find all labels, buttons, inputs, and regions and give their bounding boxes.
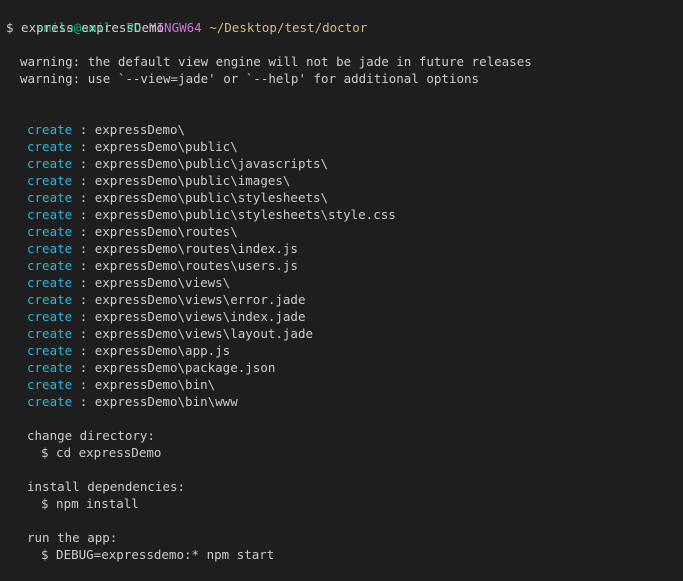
created-path: expressDemo\public\stylesheets\style.css (94, 207, 396, 222)
created-path: expressDemo\views\ (94, 275, 231, 290)
create-keyword: create (27, 190, 73, 205)
step-heading: change directory: (27, 428, 155, 443)
create-keyword: create (27, 343, 73, 358)
separator: : (79, 122, 88, 137)
create-line: create : expressDemo\views\error.jade (6, 291, 683, 308)
created-path: expressDemo\package.json (94, 360, 276, 375)
create-line: create : expressDemo\public\ (6, 138, 683, 155)
created-path: expressDemo\public\javascripts\ (94, 156, 329, 171)
separator: : (79, 190, 88, 205)
created-path: expressDemo\public\images\ (94, 173, 291, 188)
create-keyword: create (27, 139, 73, 154)
created-path: expressDemo\public\ (94, 139, 238, 154)
created-files-list: create : expressDemo\ create : expressDem… (6, 121, 683, 410)
separator: : (79, 360, 88, 375)
separator: : (79, 224, 88, 239)
create-keyword: create (27, 275, 73, 290)
created-path: expressDemo\views\layout.jade (94, 326, 313, 341)
created-path: expressDemo\ (94, 122, 186, 137)
created-path: expressDemo\bin\ (94, 377, 216, 392)
created-path: expressDemo\views\error.jade (94, 292, 306, 307)
step-command: $ cd expressDemo (41, 445, 162, 460)
prompt-line: smile@smile-PC MINGW64 ~/Desktop/test/do… (6, 2, 683, 35)
create-line: create : expressDemo\public\stylesheets\… (6, 206, 683, 223)
separator: : (79, 258, 88, 273)
separator: : (79, 173, 88, 188)
create-line: create : expressDemo\bin\ (6, 376, 683, 393)
created-path: expressDemo\routes\index.js (94, 241, 298, 256)
create-keyword: create (27, 224, 73, 239)
create-line: create : expressDemo\routes\index.js (6, 240, 683, 257)
step-command: $ DEBUG=expressdemo:* npm start (41, 547, 275, 562)
create-keyword: create (27, 241, 73, 256)
step-heading: run the app: (27, 530, 118, 545)
create-keyword: create (27, 292, 73, 307)
create-line: create : expressDemo\package.json (6, 359, 683, 376)
create-keyword: create (27, 258, 73, 273)
create-line: create : expressDemo\views\layout.jade (6, 325, 683, 342)
create-keyword: create (27, 360, 73, 375)
separator: : (79, 326, 88, 341)
separator: : (79, 241, 88, 256)
create-line: create : expressDemo\views\ (6, 274, 683, 291)
step-heading: install dependencies: (27, 479, 186, 494)
create-keyword: create (27, 156, 73, 171)
create-line: create : expressDemo\app.js (6, 342, 683, 359)
create-keyword: create (27, 377, 73, 392)
created-path: expressDemo\public\stylesheets\ (94, 190, 329, 205)
created-path: expressDemo\app.js (94, 343, 231, 358)
warning-line: warning: the default view engine will no… (20, 54, 532, 69)
separator: : (79, 343, 88, 358)
create-line: create : expressDemo\ (6, 121, 683, 138)
created-path: expressDemo\views\index.jade (94, 309, 306, 324)
warning-line: warning: use `--view=jade' or `--help' f… (20, 71, 480, 86)
create-line: create : expressDemo\routes\ (6, 223, 683, 240)
create-line: create : expressDemo\views\index.jade (6, 308, 683, 325)
create-keyword: create (27, 173, 73, 188)
separator: : (79, 309, 88, 324)
separator: : (79, 377, 88, 392)
separator: : (79, 139, 88, 154)
create-keyword: create (27, 394, 73, 409)
separator: : (79, 292, 88, 307)
created-path: expressDemo\routes\ (94, 224, 238, 239)
step-command: $ npm install (41, 496, 139, 511)
create-line: create : expressDemo\public\images\ (6, 172, 683, 189)
created-path: expressDemo\bin\www (94, 394, 238, 409)
create-keyword: create (27, 309, 73, 324)
create-keyword: create (27, 207, 73, 222)
terminal-window[interactable]: smile@smile-PC MINGW64 ~/Desktop/test/do… (0, 0, 683, 581)
separator: : (79, 394, 88, 409)
prompt-path: ~/Desktop/test/doctor (209, 20, 368, 35)
create-line: create : expressDemo\routes\users.js (6, 257, 683, 274)
separator: : (79, 156, 88, 171)
separator: : (79, 207, 88, 222)
create-line: create : expressDemo\bin\www (6, 393, 683, 410)
separator: : (79, 275, 88, 290)
create-line: create : expressDemo\public\stylesheets\ (6, 189, 683, 206)
create-keyword: create (27, 122, 73, 137)
created-path: expressDemo\routes\users.js (94, 258, 298, 273)
create-line: create : expressDemo\public\javascripts\ (6, 155, 683, 172)
create-keyword: create (27, 326, 73, 341)
